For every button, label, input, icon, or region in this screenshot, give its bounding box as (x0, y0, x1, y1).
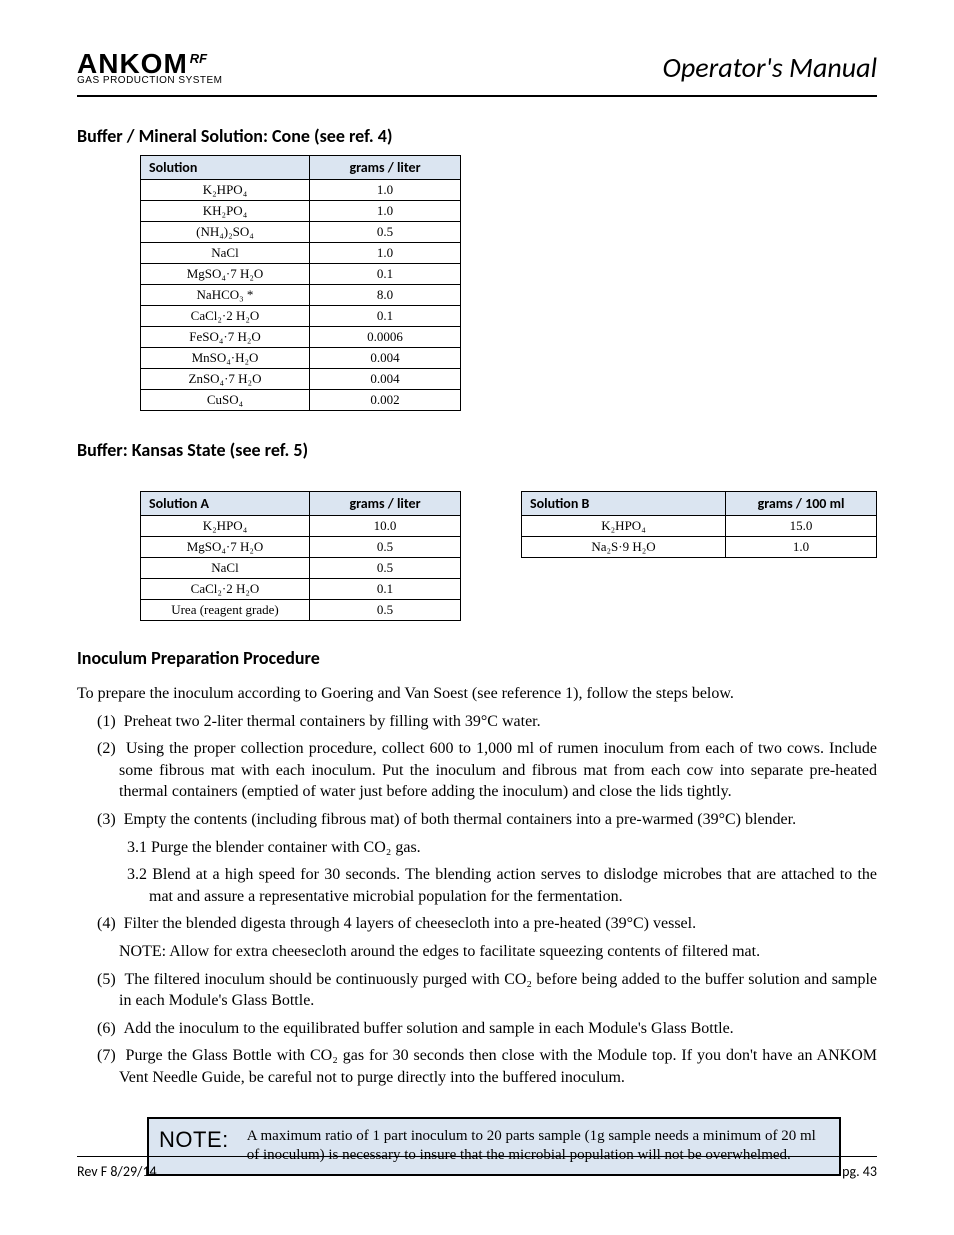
logo-block: ANKOMRF GAS PRODUCTION SYSTEM (77, 50, 223, 86)
p-step3: (3) Empty the contents (including fibrou… (77, 809, 877, 831)
page-header: ANKOMRF GAS PRODUCTION SYSTEM Operator's… (77, 40, 877, 97)
table-row: CaCl₂·2 H₂O0.1 (141, 579, 461, 600)
p-step3-1: 3.1 Purge the blender container with CO₂… (77, 837, 877, 859)
heading-kansas: Buffer: Kansas State (see ref. 5) (77, 439, 877, 461)
table-row: NaCl0.5 (141, 558, 461, 579)
header-title: Operator's Manual (663, 50, 877, 85)
p-step7: (7) Purge the Glass Bottle with CO₂ gas … (77, 1045, 877, 1088)
th-gpl-a: grams / liter (310, 492, 461, 516)
table-row: MgSO₄·7 H₂O0.1 (141, 264, 461, 285)
heading-inoculum: Inoculum Preparation Procedure (77, 647, 877, 669)
heading-cone: Buffer / Mineral Solution: Cone (see ref… (77, 125, 877, 147)
table-row: FeSO₄·7 H₂O0.0006 (141, 327, 461, 348)
p-intro: To prepare the inoculum according to Goe… (77, 683, 877, 705)
table-row: NaCl1.0 (141, 243, 461, 264)
logo-rf: RF (190, 51, 207, 66)
logo-main: ANKOM (77, 48, 188, 79)
th-solution: Solution (141, 156, 310, 180)
th-gp100: grams / 100 ml (726, 492, 877, 516)
table-cone: Solution grams / liter K₂HPO₄1.0 KH₂PO₄1… (140, 155, 461, 411)
table-kansas-b: Solution B grams / 100 ml K₂HPO₄15.0 Na₂… (521, 491, 877, 558)
table-row: (NH₄)₂SO₄0.5 (141, 222, 461, 243)
table-row: K₂HPO₄1.0 (141, 180, 461, 201)
footer-rev: Rev F 8/29/14 (77, 1163, 157, 1180)
p-step6: (6) Add the inoculum to the equilibrated… (77, 1018, 877, 1040)
th-sol-a: Solution A (141, 492, 310, 516)
table-row: NaHCO₃ *8.0 (141, 285, 461, 306)
p-step5: (5) The filtered inoculum should be cont… (77, 969, 877, 1012)
table-row: K₂HPO₄10.0 (141, 516, 461, 537)
p-step1: (1) Preheat two 2-liter thermal containe… (77, 711, 877, 733)
th-sol-b: Solution B (522, 492, 726, 516)
p-step4: (4) Filter the blended digesta through 4… (77, 913, 877, 935)
table-row: MnSO₄·H₂O0.004 (141, 348, 461, 369)
table-row: Na₂S·9 H₂O1.0 (522, 537, 877, 558)
note-label: NOTE: (159, 1127, 229, 1153)
p-step4-note: NOTE: Allow for extra cheesecloth around… (77, 941, 877, 963)
p-step3-2: 3.2 Blend at a high speed for 30 seconds… (77, 864, 877, 907)
logo-sub: GAS PRODUCTION SYSTEM (77, 76, 223, 86)
table-row: MgSO₄·7 H₂O0.5 (141, 537, 461, 558)
table-row: ZnSO₄·7 H₂O0.004 (141, 369, 461, 390)
p-step2: (2) Using the proper collection procedur… (77, 738, 877, 803)
table-kansas-a: Solution A grams / liter K₂HPO₄10.0 MgSO… (140, 491, 461, 621)
footer-page: pg. 43 (842, 1163, 877, 1180)
body-text: To prepare the inoculum according to Goe… (77, 683, 877, 1089)
table-row: Urea (reagent grade)0.5 (141, 600, 461, 621)
th-gpl: grams / liter (310, 156, 461, 180)
page-footer: Rev F 8/29/14 pg. 43 (77, 1156, 877, 1180)
table-row: K₂HPO₄15.0 (522, 516, 877, 537)
table-row: CaCl₂·2 H₂O0.1 (141, 306, 461, 327)
table-row: KH₂PO₄1.0 (141, 201, 461, 222)
table-row: CuSO₄0.002 (141, 390, 461, 411)
